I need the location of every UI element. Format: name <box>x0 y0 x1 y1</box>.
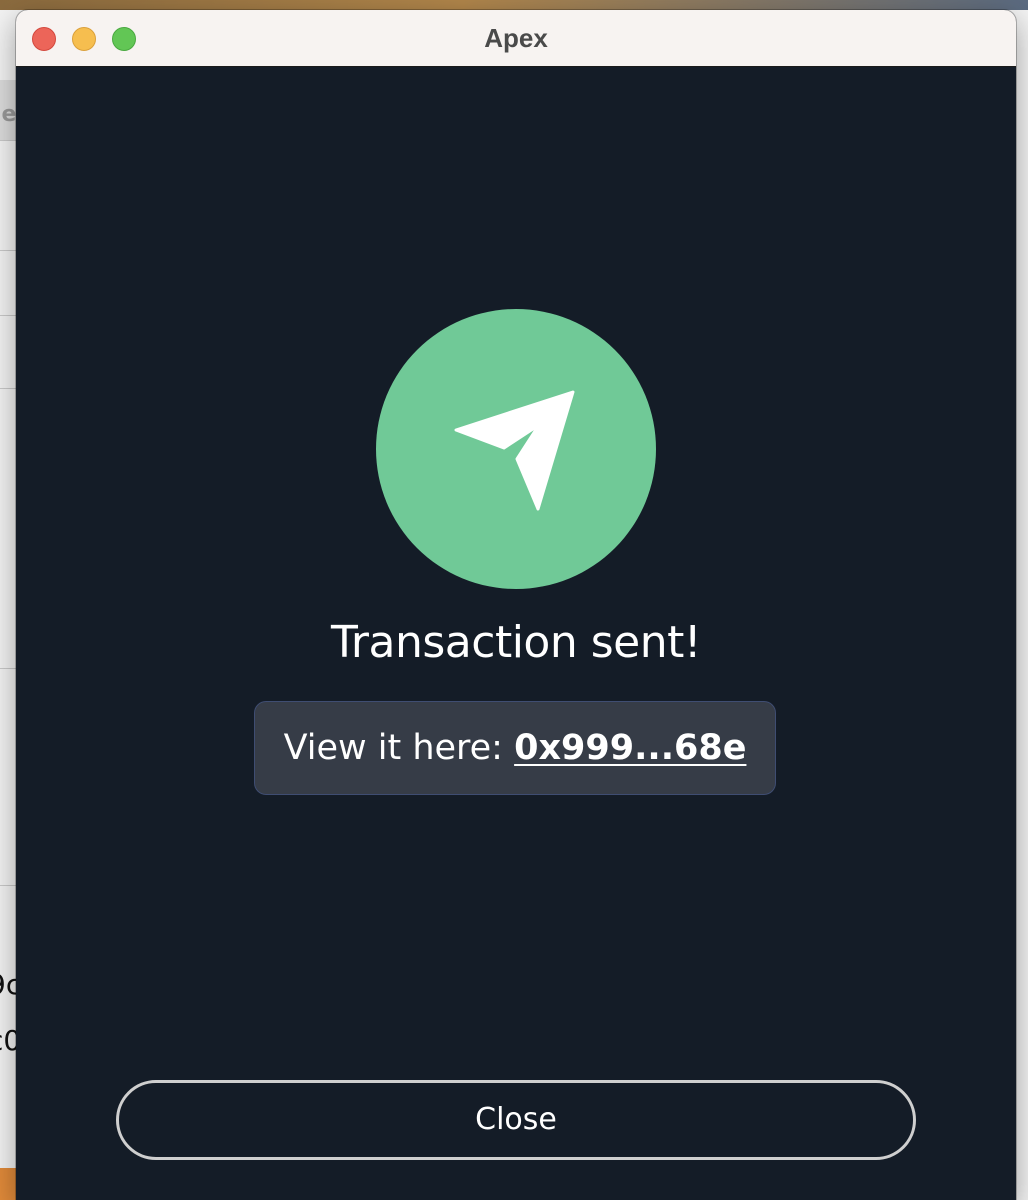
background-app-tab: ie <box>0 102 17 127</box>
link-prefix-label: View it here: <box>283 728 515 768</box>
dialog-heading: Transaction sent! <box>331 617 701 668</box>
send-paper-plane-icon <box>454 390 575 511</box>
window-title: Apex <box>484 23 548 53</box>
transaction-link-box: View it here: 0x999...68e <box>254 701 776 795</box>
transaction-hash-link[interactable]: 0x999...68e <box>514 728 746 768</box>
close-button[interactable]: Close <box>116 1080 916 1160</box>
apex-window: Apex Transaction sent! View it here: 0x9… <box>16 10 1016 1200</box>
transaction-sent-dialog: Transaction sent! View it here: 0x999...… <box>16 67 1016 1200</box>
title-bar[interactable]: Apex <box>16 10 1016 67</box>
success-badge <box>376 309 656 589</box>
desktop-wallpaper <box>0 0 1028 10</box>
